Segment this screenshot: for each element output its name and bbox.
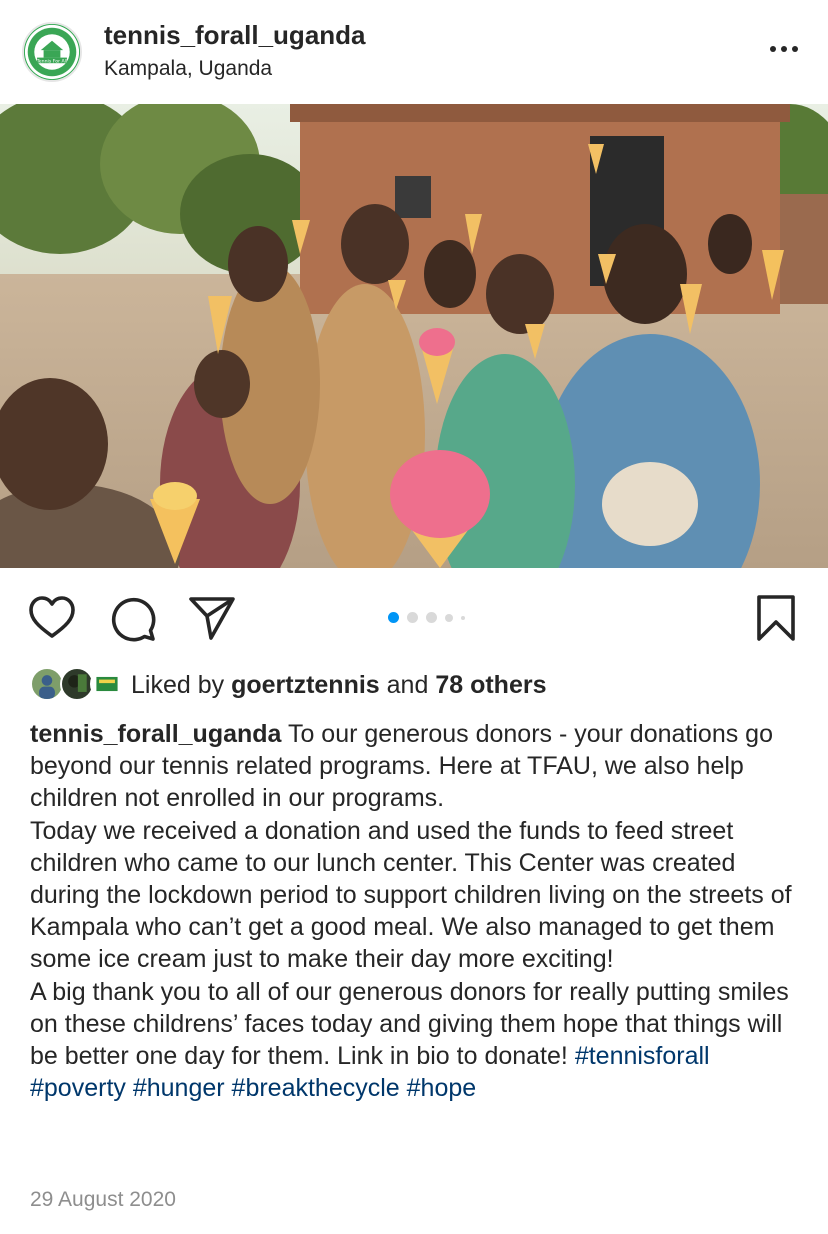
bookmark-icon[interactable] [752,594,800,642]
carousel-dot [426,612,437,623]
share-icon[interactable] [188,594,236,642]
likes-summary[interactable]: Liked by goertztennis and 78 others [131,671,547,700]
hashtag[interactable]: #poverty [30,1074,126,1102]
caption-username[interactable]: tennis_forall_uganda [30,720,281,748]
hashtag[interactable]: #hope [407,1074,477,1102]
avatar-logo-text: Tennis For All [36,58,68,64]
hashtag[interactable]: #tennisforall [575,1042,710,1070]
post-location[interactable]: Kampala, Uganda [104,57,272,81]
caption-paragraph: A big thank you to all of our generous d… [30,976,800,1105]
hashtag[interactable]: #breakthecycle [232,1074,400,1102]
likes-row: Liked by goertztennis and 78 others [30,667,810,705]
post-actions [0,568,828,668]
post-photo[interactable] [0,104,828,568]
heart-icon[interactable] [28,594,76,642]
liker-avatar[interactable] [90,667,124,701]
likes-connector: and [386,671,429,699]
more-options-icon[interactable] [764,34,804,64]
children-ice-cream-photo-icon [0,104,828,568]
post-username[interactable]: tennis_forall_uganda [104,20,366,51]
caption-paragraph: tennis_forall_uganda To our generous don… [30,718,800,815]
caption-paragraph: Today we received a donation and used th… [30,815,800,976]
post-caption: tennis_forall_uganda To our generous don… [30,718,800,1104]
hashtag[interactable]: #hunger [133,1074,225,1102]
profile-avatar[interactable]: Tennis For All [22,22,82,82]
post-header: Tennis For All tennis_forall_uganda Kamp… [0,0,828,104]
carousel-dot [445,613,453,622]
carousel-indicator [388,612,465,623]
carousel-dot-active [388,612,399,623]
liker-avatar[interactable] [30,667,64,701]
carousel-dot [461,615,465,620]
likes-user[interactable]: goertztennis [231,671,380,699]
likes-others[interactable]: 78 others [435,671,546,699]
caption-text: Today we received a donation and used th… [30,816,792,974]
post-date: 29 August 2020 [30,1188,176,1211]
carousel-dot [407,612,418,623]
tennis-for-all-logo-icon: Tennis For All [24,24,80,80]
liker-avatar[interactable] [60,667,94,701]
comment-icon[interactable] [108,594,156,642]
likes-prefix: Liked by [131,671,225,699]
